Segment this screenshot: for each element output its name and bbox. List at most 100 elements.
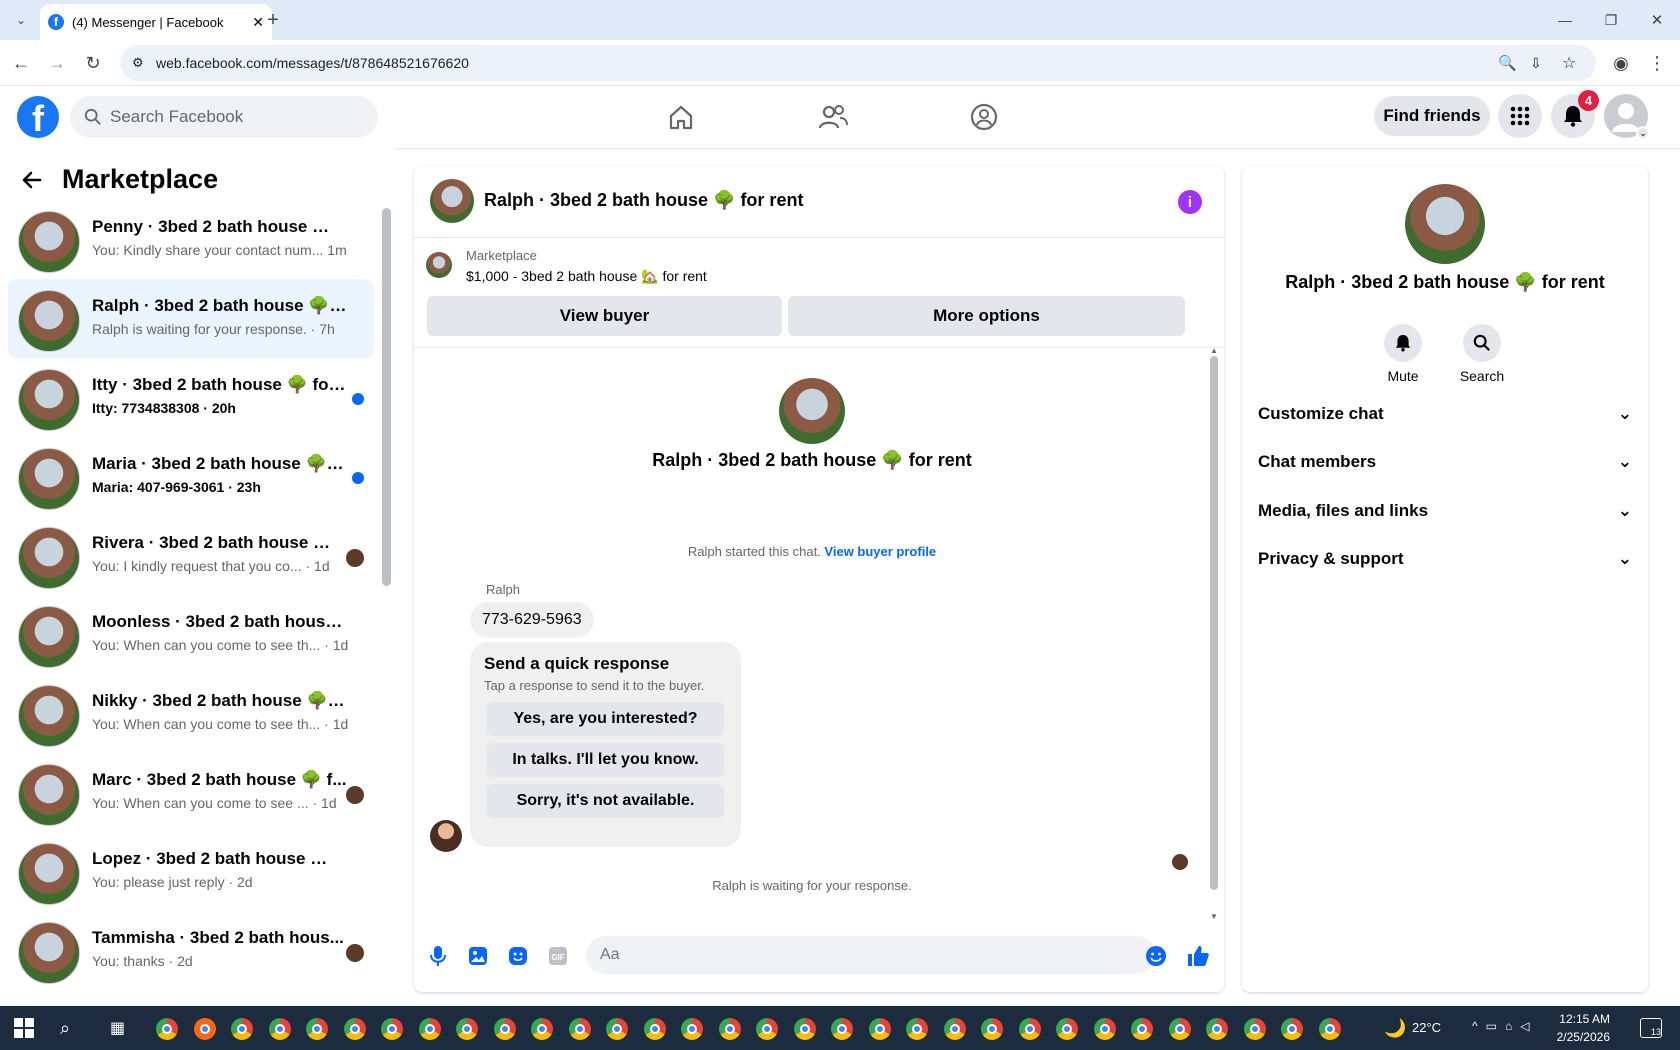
account-chevron-icon[interactable]: ⌄: [1636, 126, 1650, 140]
chrome-icon[interactable]: [606, 1018, 628, 1040]
install-icon[interactable]: ⇩: [1530, 55, 1542, 72]
mute-button[interactable]: Mute: [1363, 324, 1443, 384]
conversation-list[interactable]: Penny · 3bed 2 bath house 🌳 fo... You: Ki…: [8, 200, 374, 1000]
conversation-item[interactable]: Tammisha · 3bed 2 bath hous... You: thank…: [8, 911, 374, 990]
zoom-icon[interactable]: 🔍: [1498, 54, 1517, 72]
view-buyer-profile-link[interactable]: View buyer profile: [824, 544, 936, 559]
microphone-icon[interactable]: [426, 944, 450, 968]
customize-chat-section[interactable]: Customize chat ⌄: [1258, 392, 1632, 436]
chrome-icon[interactable]: [943, 1018, 966, 1040]
chrome-icon[interactable]: [231, 1018, 253, 1040]
conversation-item[interactable]: Marc · 3bed 2 bath house 🌳 f... You: When…: [8, 753, 374, 832]
chrome-icon[interactable]: [981, 1018, 1003, 1040]
more-options-button[interactable]: More options: [788, 296, 1185, 336]
details-avatar[interactable]: [1405, 184, 1485, 264]
firefox-icon[interactable]: [193, 1018, 216, 1040]
info-icon[interactable]: i: [1178, 190, 1202, 214]
listing-price[interactable]: $1,000 - 3bed 2 bath house 🏡 for rent: [466, 268, 707, 285]
close-window-icon[interactable]: ✕: [1644, 7, 1670, 33]
chrome-icon[interactable]: [156, 1018, 178, 1040]
temperature[interactable]: 22°C: [1412, 1020, 1441, 1035]
reload-icon[interactable]: ↻: [80, 50, 106, 76]
privacy-support-section[interactable]: Privacy & support ⌄: [1258, 537, 1632, 581]
scroll-down-icon[interactable]: ▼: [1210, 912, 1218, 921]
chat-title[interactable]: Ralph · 3bed 2 bath house 🌳 for rent: [484, 190, 803, 211]
emoji-icon[interactable]: [1144, 944, 1168, 968]
restore-icon[interactable]: ❐: [1598, 7, 1624, 33]
back-icon[interactable]: ←: [8, 50, 34, 76]
taskbar-search-icon[interactable]: ⌕: [60, 1018, 70, 1039]
menu-grid-icon[interactable]: [1498, 94, 1542, 138]
chrome-icon[interactable]: [306, 1018, 328, 1040]
chrome-icon[interactable]: [756, 1018, 778, 1040]
chrome-icon[interactable]: [718, 1018, 741, 1040]
media-files-links-section[interactable]: Media, files and links ⌄: [1258, 489, 1632, 533]
chrome-icon[interactable]: [906, 1018, 928, 1040]
chrome-icon[interactable]: [681, 1018, 703, 1040]
quick-response-button[interactable]: In talks. I'll let you know.: [487, 743, 724, 777]
scroll-up-icon[interactable]: ▲: [1210, 346, 1218, 355]
chrome-icon[interactable]: [643, 1018, 666, 1040]
chrome-icon[interactable]: [868, 1018, 891, 1040]
site-info-icon[interactable]: ⚙: [132, 55, 144, 71]
chrome-icon[interactable]: [1318, 1018, 1341, 1040]
conversation-item[interactable]: Penny · 3bed 2 bath house 🌳 fo... You: Ki…: [8, 200, 374, 279]
conversation-item[interactable]: Maria · 3bed 2 bath house 🌳 f... Maria: 4…: [8, 437, 374, 516]
notification-center-icon[interactable]: 13: [1640, 1018, 1662, 1038]
chrome-icon[interactable]: [1206, 1018, 1228, 1040]
thumbs-up-icon[interactable]: [1186, 944, 1210, 968]
windows-start-icon[interactable]: [14, 1018, 34, 1038]
chrome-icon[interactable]: [418, 1018, 441, 1040]
browser-menu-icon[interactable]: ⋮: [1644, 50, 1670, 76]
quick-response-button[interactable]: Yes, are you interested?: [487, 702, 724, 736]
chrome-icon[interactable]: [1243, 1018, 1266, 1040]
message-bubble[interactable]: 773-629-5963: [470, 602, 594, 638]
chrome-icon[interactable]: [1056, 1018, 1078, 1040]
chrome-icon[interactable]: [531, 1018, 553, 1040]
thread-scrollbar[interactable]: [1210, 356, 1218, 890]
chrome-icon[interactable]: [1131, 1018, 1153, 1040]
friends-icon[interactable]: [816, 100, 850, 134]
photo-icon[interactable]: [466, 944, 490, 968]
conversation-item[interactable]: Moonless · 3bed 2 bath house ... You: Whe…: [8, 595, 374, 674]
back-arrow-icon[interactable]: [20, 168, 44, 192]
search-input[interactable]: Search Facebook: [70, 96, 378, 138]
view-buyer-button[interactable]: View buyer: [427, 296, 782, 336]
chrome-icon[interactable]: [456, 1018, 478, 1040]
browser-tab[interactable]: f (4) Messenger | Facebook ✕: [40, 4, 272, 40]
profile-icon[interactable]: ◉: [1608, 50, 1634, 76]
sticker-icon[interactable]: [506, 944, 530, 968]
chrome-icon[interactable]: [268, 1018, 291, 1040]
find-friends-button[interactable]: Find friends: [1374, 96, 1490, 136]
tab-list-icon[interactable]: ⌄: [8, 7, 34, 33]
chrome-icon[interactable]: [1281, 1018, 1303, 1040]
chrome-icon[interactable]: [793, 1018, 816, 1040]
sidebar-scrollbar[interactable]: [382, 208, 391, 586]
groups-icon[interactable]: [967, 100, 1001, 134]
address-bar[interactable]: ⚙ web.facebook.com/messages/t/8786485216…: [120, 45, 1596, 81]
chrome-icon[interactable]: [568, 1018, 591, 1040]
chrome-icon[interactable]: [343, 1018, 366, 1040]
sender-avatar[interactable]: [430, 820, 462, 852]
forward-icon[interactable]: →: [44, 50, 70, 76]
chrome-icon[interactable]: [1168, 1018, 1191, 1040]
conversation-item[interactable]: Ralph · 3bed 2 bath house 🌳 fo... Ralph i…: [8, 279, 374, 358]
task-view-icon[interactable]: ▦: [110, 1018, 125, 1038]
chrome-icon[interactable]: [493, 1018, 516, 1040]
home-icon[interactable]: [664, 100, 698, 134]
conversation-item[interactable]: Nikky · 3bed 2 bath house 🌳 fo... You: Wh…: [8, 674, 374, 753]
chrome-icon[interactable]: [381, 1018, 403, 1040]
bookmark-star-icon[interactable]: ☆: [1562, 53, 1576, 73]
facebook-logo[interactable]: f: [17, 96, 59, 138]
listing-thumbnail[interactable]: [426, 252, 452, 278]
conversation-item[interactable]: Rivera · 3bed 2 bath house 🌳 ... You: I k…: [8, 516, 374, 595]
taskbar-clock[interactable]: 12:15 AM 2/25/2026: [1534, 1010, 1610, 1046]
conversation-item[interactable]: Itty · 3bed 2 bath house 🌳 for... Itty: 7…: [8, 358, 374, 437]
chrome-icon[interactable]: [1093, 1018, 1116, 1040]
chrome-icon[interactable]: [831, 1018, 853, 1040]
conversation-item[interactable]: Lopez · 3bed 2 bath house 🌳 fo... You: pl…: [8, 832, 374, 911]
gif-icon[interactable]: GIF: [546, 944, 570, 968]
system-tray-icons[interactable]: ^▭⌂◁: [1472, 1019, 1537, 1033]
message-input[interactable]: [586, 936, 1156, 974]
chat-members-section[interactable]: Chat members ⌄: [1258, 440, 1632, 484]
